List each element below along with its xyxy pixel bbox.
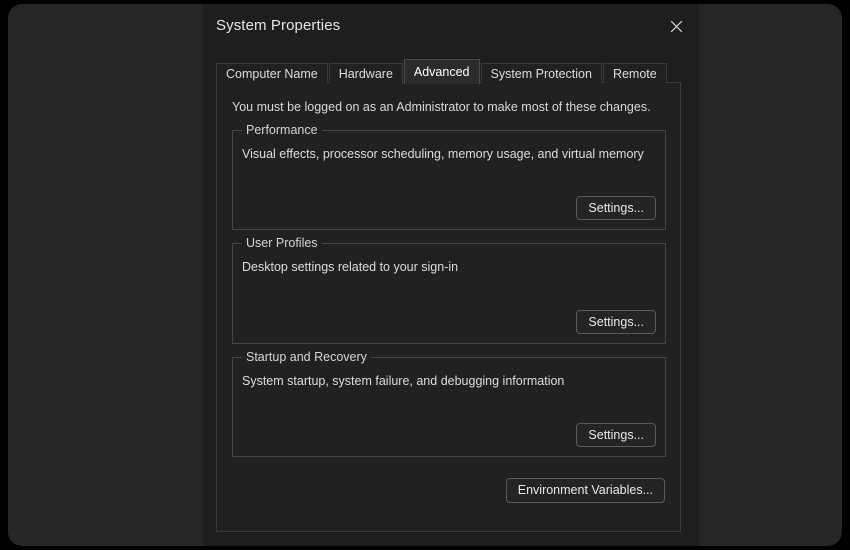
tab-hardware[interactable]: Hardware (328, 63, 403, 83)
group-startup-and-recovery-description: System startup, system failure, and debu… (242, 374, 565, 388)
group-user-profiles-description: Desktop settings related to your sign-in (242, 260, 459, 274)
group-performance-legend: Performance (242, 123, 322, 137)
group-user-profiles: User Profiles Desktop settings related t… (232, 236, 666, 344)
desktop-background-panel: System Properties Computer Name Hardware… (8, 4, 842, 546)
tab-strip: Computer Name Hardware Advanced System P… (216, 58, 668, 84)
group-startup-and-recovery: Startup and Recovery System startup, sys… (232, 350, 666, 457)
close-button[interactable] (661, 12, 691, 40)
administrator-notice: You must be logged on as an Administrato… (232, 100, 651, 114)
performance-settings-button[interactable]: Settings... (576, 196, 656, 220)
startup-and-recovery-settings-button[interactable]: Settings... (576, 423, 656, 447)
group-performance-description: Visual effects, processor scheduling, me… (242, 147, 644, 161)
close-icon (669, 19, 684, 34)
user-profiles-settings-button[interactable]: Settings... (576, 310, 656, 334)
group-performance: Performance Visual effects, processor sc… (232, 123, 666, 230)
tab-system-protection[interactable]: System Protection (480, 63, 602, 83)
tab-remote[interactable]: Remote (602, 63, 667, 83)
group-startup-and-recovery-legend: Startup and Recovery (242, 350, 371, 364)
group-user-profiles-legend: User Profiles (242, 236, 322, 250)
system-properties-dialog: System Properties Computer Name Hardware… (203, 4, 699, 546)
tab-advanced[interactable]: Advanced (403, 59, 480, 84)
window-title: System Properties (216, 17, 341, 34)
environment-variables-button[interactable]: Environment Variables... (505, 478, 665, 503)
tab-panel-advanced: You must be logged on as an Administrato… (216, 82, 681, 532)
tab-computer-name[interactable]: Computer Name (216, 63, 328, 83)
title-bar: System Properties (203, 4, 699, 50)
